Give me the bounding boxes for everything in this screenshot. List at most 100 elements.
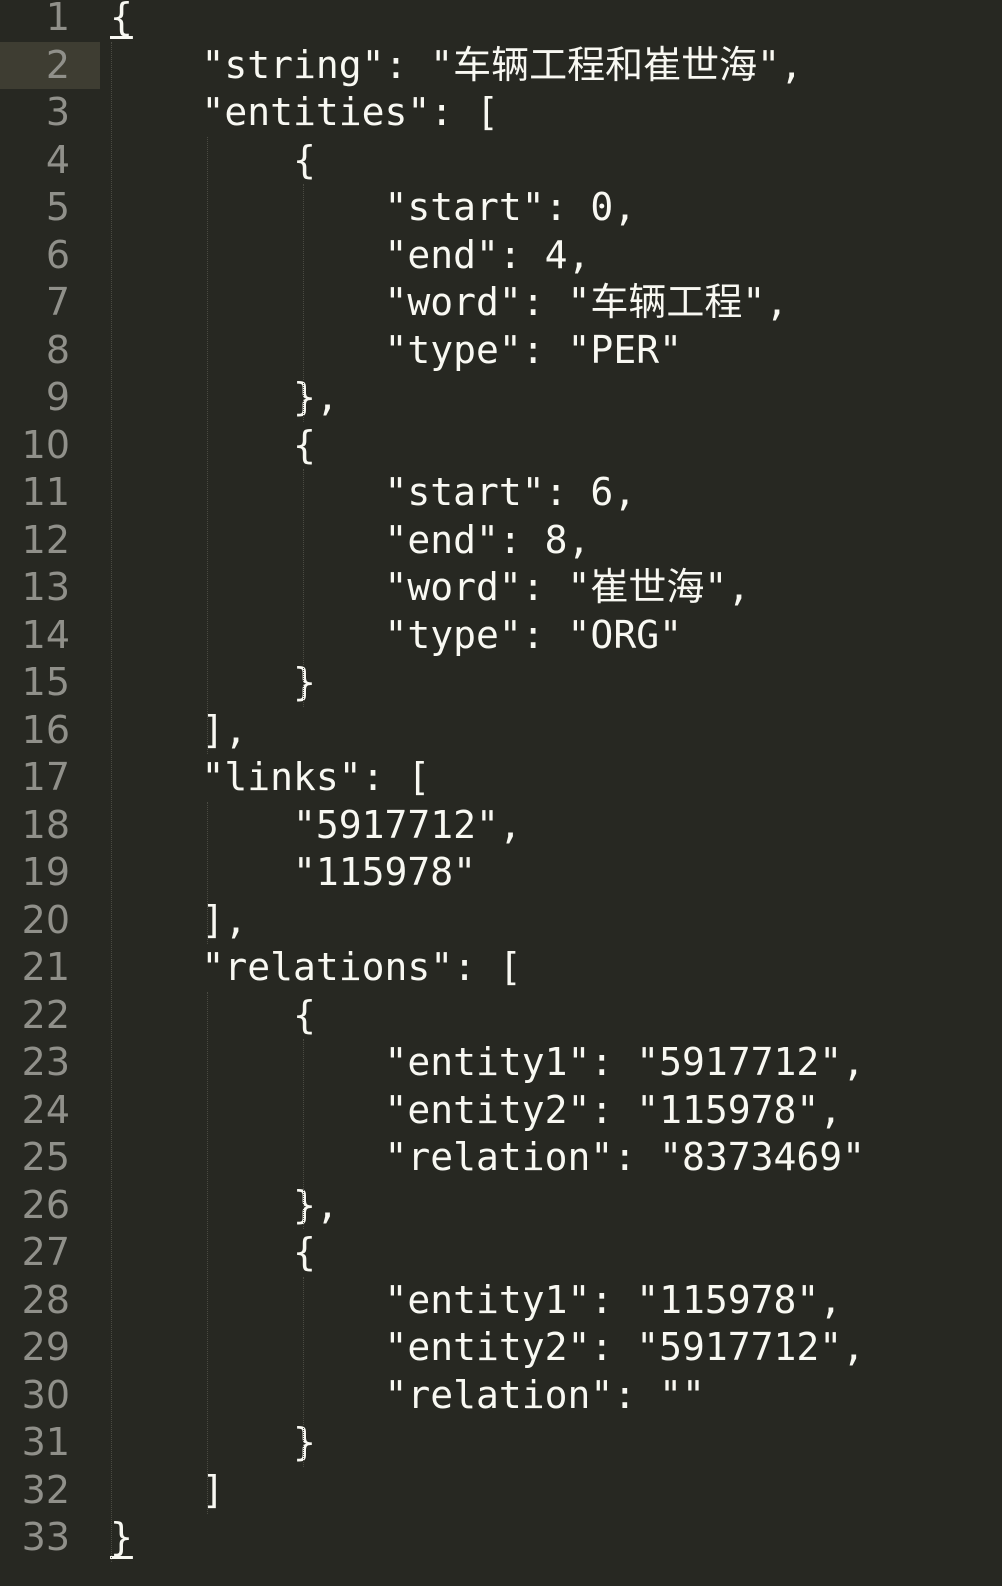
line-number: 30 [21, 1372, 70, 1417]
code-line-22[interactable]: 22 { [0, 992, 1002, 1040]
line-number: 29 [21, 1325, 70, 1369]
line-code-text[interactable]: { [110, 992, 316, 1040]
line-number: 27 [21, 1230, 70, 1274]
code-line-29[interactable]: 29 "entity2": "5917712", [0, 1324, 1002, 1372]
line-number: 24 [21, 1087, 70, 1132]
code-line-23[interactable]: 23 "entity1": "5917712", [0, 1039, 1002, 1087]
line-number: 7 [45, 280, 70, 324]
code-line-19[interactable]: 19 "115978" [0, 849, 1002, 897]
line-number: 17 [21, 755, 70, 799]
line-number: 12 [21, 517, 70, 562]
line-number: 4 [45, 137, 70, 182]
code-line-10[interactable]: 10 { [0, 422, 1002, 470]
code-line-16[interactable]: 16 ], [0, 707, 1002, 755]
indent-guide [207, 801, 208, 944]
code-line-32[interactable]: 32 ] [0, 1467, 1002, 1515]
line-code-text[interactable]: "end": 4, [110, 232, 591, 280]
code-line-26[interactable]: 26 }, [0, 1182, 1002, 1230]
code-line-4[interactable]: 4 { [0, 137, 1002, 185]
line-code-text[interactable]: "string": "车辆工程和崔世海", [110, 42, 803, 90]
code-line-3[interactable]: 3 "entities": [ [0, 89, 1002, 137]
line-code-text[interactable]: ], [110, 897, 248, 945]
code-line-33[interactable]: 33} [0, 1514, 1002, 1562]
line-code-text[interactable]: "start": 6, [110, 469, 637, 517]
line-number: 10 [21, 422, 70, 467]
line-code-text[interactable]: { [110, 137, 316, 185]
line-code-text[interactable]: }, [110, 374, 339, 422]
line-code-text[interactable]: } [110, 659, 316, 707]
code-line-13[interactable]: 13 "word": "崔世海", [0, 564, 1002, 612]
line-code-text[interactable]: "end": 8, [110, 517, 591, 565]
code-line-6[interactable]: 6 "end": 4, [0, 232, 1002, 280]
code-line-9[interactable]: 9 }, [0, 374, 1002, 422]
indent-guide [303, 1039, 304, 1229]
code-line-7[interactable]: 7 "word": "车辆工程", [0, 279, 1002, 327]
indent-guide [303, 469, 304, 707]
code-line-2[interactable]: 2 "string": "车辆工程和崔世海", [0, 41, 1002, 90]
line-number: 19 [21, 850, 70, 894]
line-code-text[interactable]: "entity1": "115978", [110, 1277, 843, 1325]
line-code-text[interactable]: "entity1": "5917712", [110, 1039, 865, 1087]
indent-guide [207, 991, 208, 1514]
line-number: 15 [21, 660, 70, 704]
line-code-text[interactable]: "relations": [ [110, 944, 522, 992]
line-code-text[interactable]: "start": 0, [110, 184, 637, 232]
line-number: 20 [21, 897, 70, 942]
line-number: 26 [21, 1182, 70, 1227]
indent-guide [303, 184, 304, 422]
code-line-14[interactable]: 14 "type": "ORG" [0, 612, 1002, 660]
code-line-5[interactable]: 5 "start": 0, [0, 184, 1002, 232]
line-number: 25 [21, 1135, 70, 1179]
code-line-28[interactable]: 28 "entity1": "115978", [0, 1277, 1002, 1325]
line-code-text[interactable]: "type": "ORG" [110, 612, 682, 660]
indent-guide [303, 1276, 304, 1467]
line-code-text[interactable]: "entity2": "115978", [110, 1087, 843, 1135]
line-code-text[interactable]: }, [110, 1182, 339, 1230]
code-line-1[interactable]: 1{ [0, 0, 1002, 42]
line-code-text[interactable]: "word": "车辆工程", [110, 279, 789, 327]
line-number: 5 [45, 185, 70, 229]
line-code-text[interactable]: "115978" [110, 849, 476, 897]
line-number: 32 [21, 1467, 70, 1512]
line-code-text[interactable]: { [110, 422, 316, 470]
line-code-text[interactable]: "type": "PER" [110, 327, 682, 375]
line-number: 21 [21, 945, 70, 989]
code-line-24[interactable]: 24 "entity2": "115978", [0, 1087, 1002, 1135]
code-line-31[interactable]: 31 } [0, 1419, 1002, 1467]
line-code-text[interactable]: { [110, 1229, 316, 1277]
line-code-text[interactable]: "relation": "8373469" [110, 1134, 865, 1182]
line-number: 23 [21, 1040, 70, 1084]
code-line-25[interactable]: 25 "relation": "8373469" [0, 1134, 1002, 1182]
line-code-text[interactable]: } [110, 1514, 133, 1562]
code-line-18[interactable]: 18 "5917712", [0, 802, 1002, 850]
line-number: 6 [45, 232, 70, 277]
indent-guide [207, 136, 208, 754]
line-code-text[interactable]: ], [110, 707, 248, 755]
line-code-text[interactable]: "links": [ [110, 754, 431, 802]
line-number: 13 [21, 565, 70, 609]
line-code-text[interactable]: { [110, 0, 133, 42]
line-number: 2 [45, 42, 70, 87]
code-line-17[interactable]: 17 "links": [ [0, 754, 1002, 802]
code-line-27[interactable]: 27 { [0, 1229, 1002, 1277]
code-editor[interactable]: 1{2 "string": "车辆工程和崔世海", 3 "entities": [… [0, 0, 1002, 1586]
code-line-8[interactable]: 8 "type": "PER" [0, 327, 1002, 375]
code-line-20[interactable]: 20 ], [0, 897, 1002, 945]
line-number: 16 [21, 707, 70, 752]
line-number: 31 [21, 1420, 70, 1464]
code-line-15[interactable]: 15 } [0, 659, 1002, 707]
line-code-text[interactable]: "5917712", [110, 802, 522, 850]
line-code-text[interactable]: "relation": "" [110, 1372, 705, 1420]
line-number: 33 [21, 1515, 70, 1559]
line-code-text[interactable]: "entities": [ [110, 89, 499, 137]
line-code-text[interactable]: "entity2": "5917712", [110, 1324, 865, 1372]
code-line-11[interactable]: 11 "start": 6, [0, 469, 1002, 517]
line-number: 22 [21, 992, 70, 1037]
code-line-12[interactable]: 12 "end": 8, [0, 517, 1002, 565]
indent-guide [111, 41, 112, 1562]
code-line-30[interactable]: 30 "relation": "" [0, 1372, 1002, 1420]
line-code-text[interactable]: } [110, 1419, 316, 1467]
code-line-21[interactable]: 21 "relations": [ [0, 944, 1002, 992]
line-number: 14 [21, 612, 70, 657]
line-number: 11 [21, 470, 70, 514]
